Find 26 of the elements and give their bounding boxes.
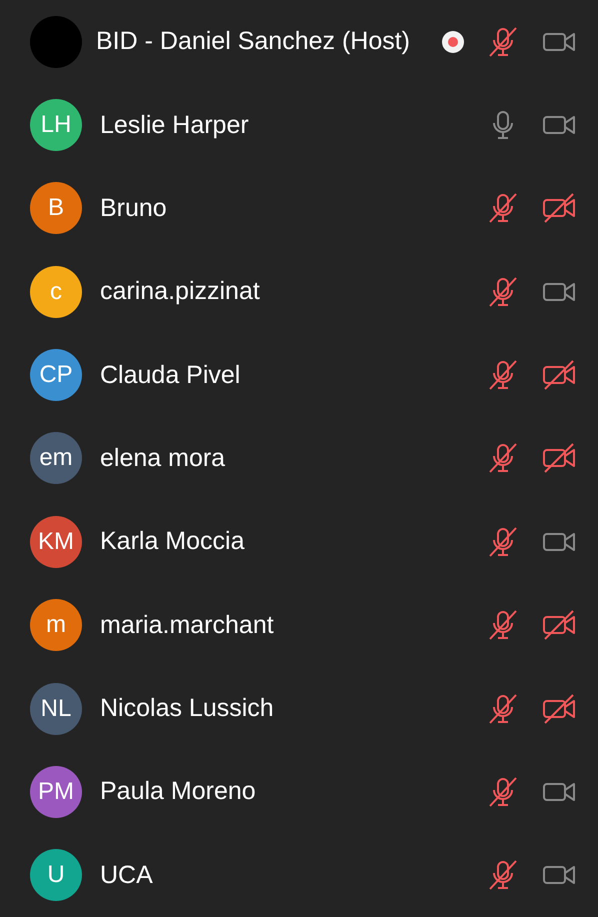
participant-name: Paula Moreno xyxy=(100,777,257,806)
avatar: m xyxy=(30,599,82,652)
camera-off-icon[interactable] xyxy=(542,360,576,390)
camera-off-icon[interactable] xyxy=(542,193,576,224)
camera-off-icon[interactable] xyxy=(542,443,576,474)
camera-off-icon[interactable] xyxy=(542,610,576,640)
avatar: KM xyxy=(30,516,82,568)
participant-name: elena mora xyxy=(100,444,226,473)
participant-name: Karla Moccia xyxy=(100,527,246,556)
avatar: PM xyxy=(30,766,82,818)
avatar: LH xyxy=(30,99,82,152)
participant-name: Clauda Pivel xyxy=(100,360,242,390)
participant-name: Nicolas Lussich xyxy=(100,694,275,724)
avatar: em xyxy=(30,432,82,484)
participant-name: Bruno xyxy=(100,194,168,223)
participant-name: BID - Daniel Sanchez (Host) xyxy=(96,27,412,56)
avatar: NL xyxy=(30,682,82,735)
avatar: c xyxy=(30,266,82,318)
participant-name: Leslie Harper xyxy=(100,110,250,140)
avatar: U xyxy=(30,849,82,902)
participant-name: UCA xyxy=(100,860,154,890)
participant-name: maria.marchant xyxy=(100,610,275,640)
camera-off-icon[interactable] xyxy=(542,694,576,724)
avatar: CP xyxy=(30,349,82,402)
participant-name: carina.pizzinat xyxy=(100,277,261,306)
avatar: B xyxy=(30,182,82,234)
